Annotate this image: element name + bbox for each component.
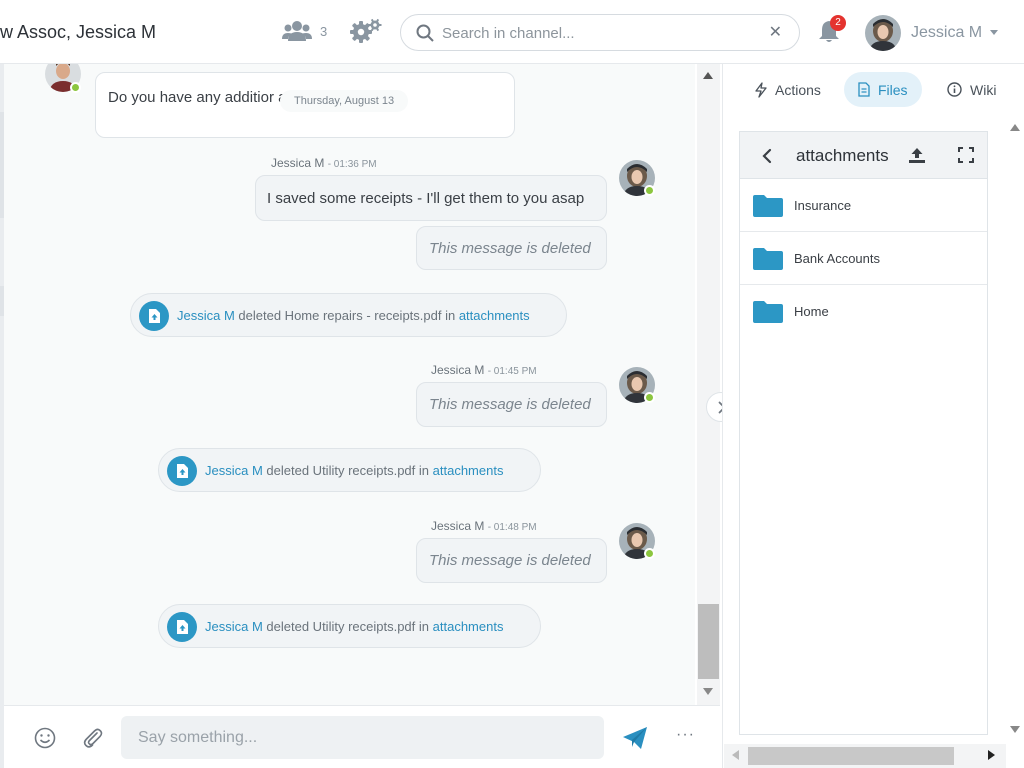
file-browser-header: attachments (740, 132, 987, 179)
user-link[interactable]: Jessica M (177, 308, 235, 323)
channel-title: w Assoc, Jessica M (0, 22, 157, 42)
message-time: 01:48 PM (493, 522, 537, 533)
date-divider: Thursday, August 13 (280, 90, 409, 112)
tab-wiki[interactable]: Wiki (933, 72, 1010, 107)
folder-link[interactable]: attachments (433, 619, 504, 634)
online-status-dot (644, 548, 655, 559)
scroll-right-arrow[interactable] (988, 750, 995, 760)
online-status-dot (644, 392, 655, 403)
folder-row[interactable]: Home (740, 285, 987, 338)
folder-row[interactable]: Insurance (740, 179, 987, 232)
notifications-button[interactable]: 2 (818, 15, 846, 44)
side-panel: Actions Files Wiki attachments Insurance… (722, 64, 1024, 768)
folder-link[interactable]: attachments (433, 463, 504, 478)
user-avatar[interactable] (865, 15, 901, 51)
search-input[interactable] (442, 23, 762, 43)
file-deleted-notice: Jessica M deleted Utility receipts.pdf i… (158, 604, 541, 648)
folder-link[interactable]: attachments (459, 308, 530, 323)
folder-icon (753, 301, 783, 323)
folder-name: Insurance (794, 198, 852, 213)
channel-settings-gear-icon[interactable] (350, 18, 382, 46)
deleted-message-text: This message is deleted (429, 552, 591, 569)
folder-icon (753, 195, 783, 217)
more-options-icon[interactable]: ··· (676, 726, 695, 744)
emoji-icon[interactable] (34, 727, 56, 749)
deleted-message-text: This message is deleted (429, 240, 591, 257)
folder-icon (753, 248, 783, 270)
file-browser: attachments Insurance Bank Accounts Home (739, 131, 988, 735)
file-deleted-notice: Jessica M deleted Utility receipts.pdf i… (158, 448, 541, 492)
tab-label: Wiki (970, 81, 997, 98)
folder-name: Home (794, 304, 829, 319)
tab-actions[interactable]: Actions (741, 72, 835, 107)
scroll-up-arrow[interactable] (1010, 124, 1020, 131)
scrollbar-thumb[interactable] (748, 747, 954, 765)
chevron-left-icon[interactable] (762, 148, 772, 164)
user-link[interactable]: Jessica M (205, 619, 263, 634)
scrollbar-thumb[interactable] (698, 604, 719, 679)
message-meta: Jessica M - 01:48 PM (431, 519, 537, 533)
deleted-message-text: This message is deleted (429, 396, 591, 413)
members-button[interactable]: 3 (282, 20, 327, 42)
message-author: Jessica M (431, 519, 485, 533)
notification-badge: 2 (830, 15, 846, 31)
members-count: 3 (320, 23, 328, 39)
message-bubble: I saved some receipts - I'll get them to… (255, 175, 607, 221)
folder-row[interactable]: Bank Accounts (740, 232, 987, 285)
search-icon (416, 24, 434, 42)
channel-search[interactable]: ✕ (400, 14, 800, 51)
scroll-down-arrow[interactable] (703, 688, 713, 695)
user-link[interactable]: Jessica M (205, 463, 263, 478)
panel-scrollbar[interactable] (1006, 112, 1024, 742)
message-composer: ··· (4, 705, 720, 768)
upload-icon[interactable] (908, 146, 926, 164)
message-list: Do you have any additior ates to send me… (4, 64, 695, 705)
fullscreen-icon[interactable] (958, 147, 974, 163)
scroll-up-arrow[interactable] (703, 72, 713, 79)
notice-text: deleted Utility receipts.pdf in (266, 619, 430, 634)
online-status-dot (644, 185, 655, 196)
tab-label: Actions (775, 81, 821, 98)
lightning-icon (755, 81, 767, 98)
clear-search-icon[interactable]: ✕ (769, 25, 782, 41)
tab-label: Files (878, 81, 908, 98)
panel-horizontal-scrollbar[interactable] (724, 744, 1006, 768)
message-input[interactable] (121, 716, 604, 759)
message-time: 01:36 PM (333, 159, 377, 170)
message-author: Jessica M (271, 156, 325, 170)
file-icon (139, 301, 169, 331)
chevron-down-icon[interactable] (990, 30, 998, 35)
channel-header: w Assoc, Jessica M 3 Search in channel..… (0, 0, 1024, 64)
info-icon (947, 82, 962, 97)
deleted-message: This message is deleted (416, 382, 607, 427)
file-icon (858, 82, 870, 97)
notice-text: deleted Utility receipts.pdf in (266, 463, 430, 478)
user-name[interactable]: Jessica M (911, 24, 982, 42)
paperclip-icon[interactable] (82, 727, 104, 749)
send-icon[interactable] (622, 726, 648, 750)
users-icon (282, 21, 312, 41)
message-time: 01:45 PM (493, 366, 537, 377)
scroll-down-arrow[interactable] (1010, 726, 1020, 733)
online-status-dot (70, 82, 81, 93)
file-deleted-notice: Jessica M deleted Home repairs - receipt… (130, 293, 567, 337)
message-author: Jessica M (431, 363, 485, 377)
message-text: I saved some receipts - I'll get them to… (267, 190, 585, 207)
deleted-message: This message is deleted (416, 538, 607, 583)
notice-text: deleted Home repairs - receipts.pdf in (238, 308, 456, 323)
file-icon (167, 456, 197, 486)
message-meta: Jessica M - 01:36 PM (271, 156, 377, 170)
folder-name: Bank Accounts (794, 251, 880, 266)
deleted-message: This message is deleted (416, 226, 607, 270)
current-folder-title: attachments (796, 146, 889, 165)
tab-files[interactable]: Files (844, 72, 922, 107)
chat-scrollbar[interactable] (697, 64, 720, 705)
file-icon (167, 612, 197, 642)
message-meta: Jessica M - 01:45 PM (431, 363, 537, 377)
scroll-left-arrow[interactable] (732, 750, 739, 760)
